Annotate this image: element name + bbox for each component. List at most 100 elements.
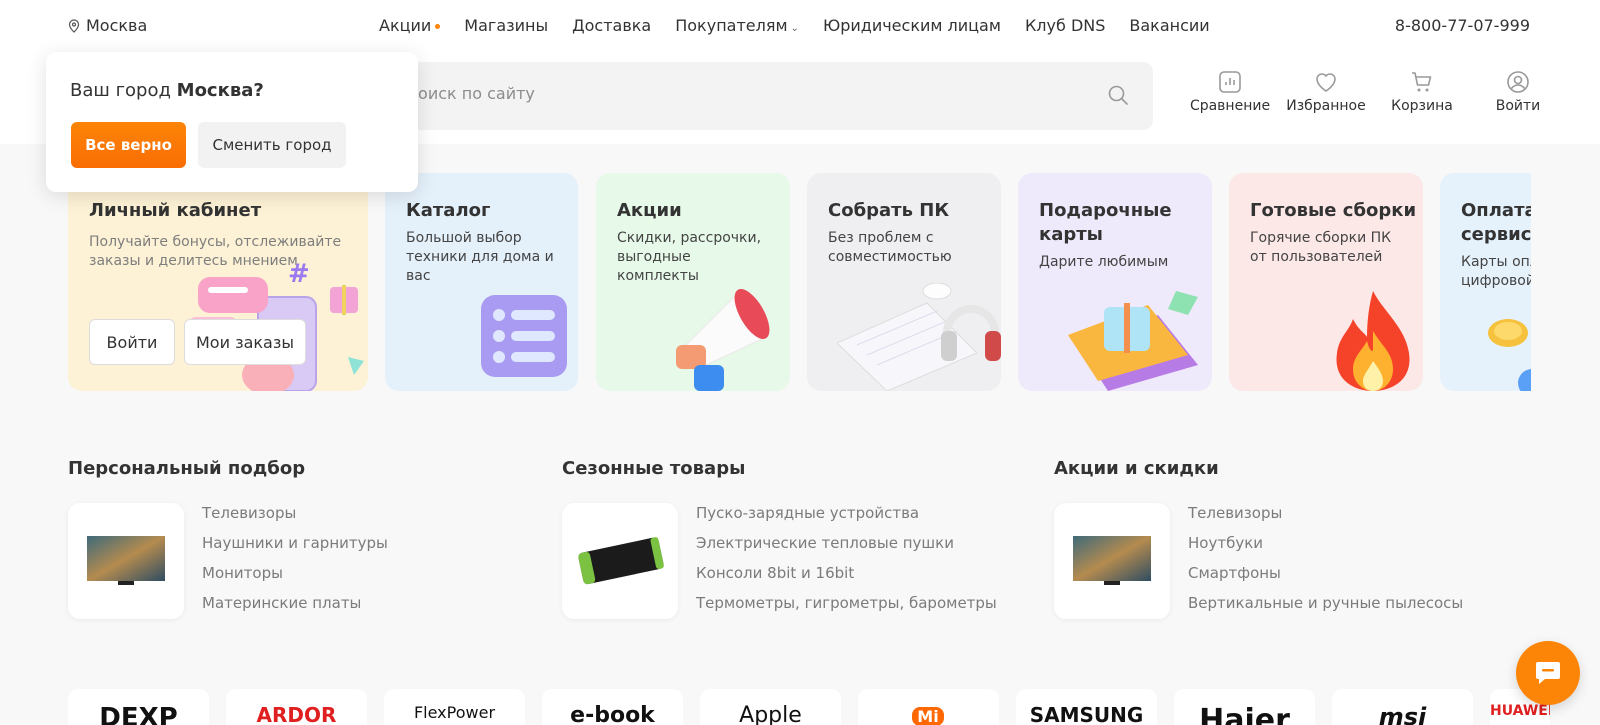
cart-button[interactable]: Корзина bbox=[1374, 70, 1470, 114]
confirm-city-button[interactable]: Все верно bbox=[71, 122, 186, 168]
list-item[interactable]: Мониторы bbox=[202, 558, 388, 588]
card-orders-button[interactable]: Мои заказы bbox=[184, 319, 306, 365]
nav-club-dns[interactable]: Клуб DNS bbox=[1025, 16, 1105, 35]
fire-icon bbox=[1336, 291, 1410, 391]
city-name: Москва bbox=[86, 16, 148, 35]
chat-button[interactable] bbox=[1516, 641, 1580, 705]
card-build-pc-title: Собрать ПК bbox=[828, 200, 950, 221]
card-payment[interactable]: Оплата и сервисы Карты оплаты цифровой bbox=[1440, 173, 1531, 391]
card-catalog-subtitle: Большой выбор техники для дома и вас bbox=[406, 230, 554, 284]
card-gift[interactable]: Подарочные карты Дарите любимым bbox=[1018, 173, 1212, 391]
megaphone-illustration bbox=[676, 288, 770, 391]
brand-logo: msi bbox=[1378, 703, 1427, 725]
selection-promo-thumb[interactable] bbox=[1054, 503, 1170, 619]
list-item[interactable]: Вертикальные и ручные пылесосы bbox=[1188, 588, 1463, 618]
nav-vacancies[interactable]: Вакансии bbox=[1129, 16, 1209, 35]
city-question: Ваш город Москва? bbox=[70, 80, 264, 101]
top-nav: Акции Магазины Доставка Покупателям ⌄ Юри… bbox=[379, 16, 1210, 35]
brand-logo: FlexPower bbox=[413, 703, 496, 722]
compare-label: Сравнение bbox=[1189, 98, 1271, 114]
selection-personal-list: Телевизоры Наушники и гарнитуры Мониторы… bbox=[202, 498, 388, 618]
selection-personal: Персональный подбор Телевизоры Наушники … bbox=[68, 458, 388, 619]
brand-ebook[interactable]: e-book bbox=[542, 689, 683, 725]
header-icons: Сравнение Избранное Корзина Войти bbox=[1182, 70, 1566, 114]
login-button[interactable]: Войти bbox=[1470, 70, 1566, 114]
card-catalog[interactable]: Каталог Большой выбор техники для дома и… bbox=[385, 173, 578, 391]
card-login-button[interactable]: Войти bbox=[89, 319, 175, 365]
selection-seasonal-thumb[interactable] bbox=[562, 503, 678, 619]
brand-ardor[interactable]: ARDOR bbox=[226, 689, 367, 725]
card-promo[interactable]: Акции Скидки, рассрочки, выгодные компле… bbox=[596, 173, 790, 391]
brand-flexpower[interactable]: FlexPower bbox=[384, 689, 525, 725]
change-city-button[interactable]: Сменить город bbox=[198, 122, 346, 168]
brand-haier[interactable]: Haier bbox=[1174, 689, 1315, 725]
selection-seasonal: Сезонные товары Пуско-зарядные устройств… bbox=[562, 458, 997, 619]
selection-seasonal-list: Пуско-зарядные устройства Электрические … bbox=[696, 498, 997, 618]
brand-msi[interactable]: msi bbox=[1332, 689, 1473, 725]
card-promo-title: Акции bbox=[617, 200, 682, 221]
location-pin-icon bbox=[68, 18, 80, 33]
cart-label: Корзина bbox=[1391, 98, 1453, 114]
list-item[interactable]: Телевизоры bbox=[1188, 498, 1463, 528]
login-label: Войти bbox=[1495, 98, 1541, 114]
cart-icon bbox=[1412, 72, 1432, 92]
brand-samsung[interactable]: SAMSUNG bbox=[1016, 689, 1157, 725]
user-icon bbox=[1507, 71, 1529, 93]
card-build-pc-subtitle: Без проблем с совместимостью bbox=[828, 230, 952, 265]
list-item[interactable]: Наушники и гарнитуры bbox=[202, 528, 388, 558]
card-gift-subtitle: Дарите любимым bbox=[1039, 254, 1169, 270]
brand-logo: SAMSUNG bbox=[1029, 703, 1144, 725]
selection-personal-thumb[interactable] bbox=[68, 503, 184, 619]
brand-logo: ARDOR bbox=[256, 703, 337, 725]
gift-card-illustration bbox=[1068, 291, 1198, 391]
search-icon[interactable] bbox=[1107, 84, 1129, 106]
card-account[interactable]: Личный кабинет Получайте бонусы, отслежи… bbox=[68, 173, 368, 391]
list-item[interactable]: Смартфоны bbox=[1188, 558, 1463, 588]
brand-logo: Haier bbox=[1199, 703, 1290, 725]
coin-illustration bbox=[1488, 319, 1531, 391]
brand-logo: DEXP bbox=[99, 703, 178, 725]
selection-promo-title: Акции и скидки bbox=[1054, 458, 1219, 479]
phone-number[interactable]: 8-800-77-07-999 bbox=[1395, 16, 1530, 35]
list-item[interactable]: Консоли 8bit и 16bit bbox=[696, 558, 997, 588]
favorites-label: Избранное bbox=[1286, 98, 1366, 114]
chevron-down-icon: ⌄ bbox=[790, 23, 799, 34]
card-catalog-title: Каталог bbox=[406, 200, 491, 221]
list-item[interactable]: Электрические тепловые пушки bbox=[696, 528, 997, 558]
search-input[interactable]: Поиск по сайту bbox=[390, 62, 1153, 130]
brand-apple[interactable]: Apple bbox=[700, 689, 841, 725]
list-item[interactable]: Пуско-зарядные устройства bbox=[696, 498, 997, 528]
list-icon bbox=[481, 295, 567, 377]
brand-dexp[interactable]: DEXP bbox=[68, 689, 209, 725]
list-item[interactable]: Термометры, гигрометры, барометры bbox=[696, 588, 997, 618]
nav-promo[interactable]: Акции bbox=[379, 16, 441, 35]
list-item[interactable]: Ноутбуки bbox=[1188, 528, 1463, 558]
top-bar: Москва Акции Магазины Доставка Покупател… bbox=[0, 0, 1600, 52]
selection-promo-list: Телевизоры Ноутбуки Смартфоны Вертикальн… bbox=[1188, 498, 1463, 618]
card-payment-title: Оплата и сервисы bbox=[1461, 200, 1531, 245]
city-selector[interactable]: Москва bbox=[68, 16, 147, 35]
list-item[interactable]: Телевизоры bbox=[202, 498, 388, 528]
compare-button[interactable]: Сравнение bbox=[1182, 70, 1278, 114]
selection-personal-title: Персональный подбор bbox=[68, 458, 306, 479]
nav-customers[interactable]: Покупателям ⌄ bbox=[675, 16, 799, 35]
card-build-pc[interactable]: Собрать ПК Без проблем с совместимостью bbox=[807, 173, 1001, 391]
heart-icon bbox=[1316, 73, 1336, 92]
brand-logo: Mi bbox=[912, 707, 944, 725]
quick-links-cards: Личный кабинет Получайте бонусы, отслежи… bbox=[68, 173, 1531, 391]
tv-image bbox=[1073, 536, 1151, 585]
card-ready-builds-title: Готовые сборки bbox=[1250, 200, 1417, 221]
card-ready-builds[interactable]: Готовые сборки Горячие сборки ПК от поль… bbox=[1229, 173, 1423, 391]
keyboard-headphones-illustration bbox=[837, 283, 1001, 391]
favorites-button[interactable]: Избранное bbox=[1278, 70, 1374, 114]
card-promo-subtitle: Скидки, рассрочки, выгодные комплекты bbox=[617, 230, 762, 284]
card-payment-subtitle: Карты оплаты цифровой bbox=[1461, 254, 1531, 289]
compare-icon bbox=[1219, 71, 1241, 93]
selection-promo: Акции и скидки Телевизоры Ноутбуки Смарт… bbox=[1054, 458, 1463, 619]
list-item[interactable]: Материнские платы bbox=[202, 588, 388, 618]
nav-stores[interactable]: Магазины bbox=[464, 16, 548, 35]
brand-xiaomi[interactable]: Mi bbox=[858, 689, 999, 725]
nav-business[interactable]: Юридическим лицам bbox=[823, 16, 1001, 35]
nav-delivery[interactable]: Доставка bbox=[572, 16, 651, 35]
brand-logo: Apple bbox=[739, 703, 802, 725]
